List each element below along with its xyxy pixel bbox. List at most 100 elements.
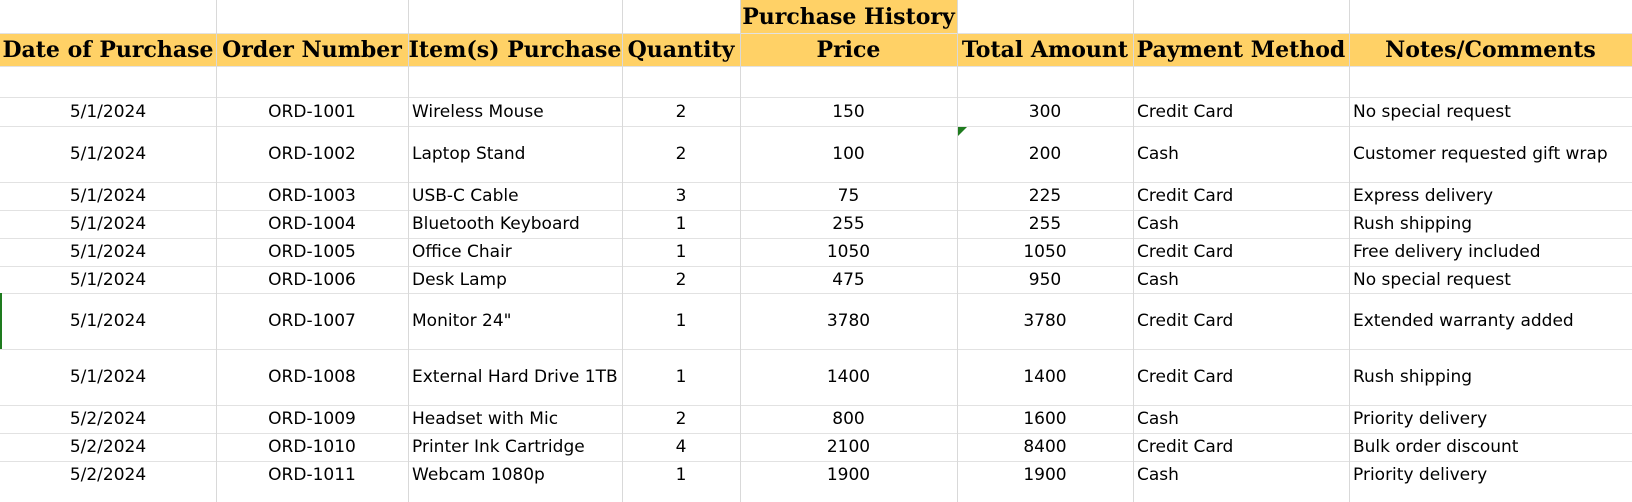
table-cell[interactable]: No special request <box>1349 97 1632 126</box>
table-cell[interactable]: ORD-1009 <box>216 405 408 433</box>
table-cell[interactable]: 150 <box>740 97 957 126</box>
table-cell[interactable]: 100 <box>740 126 957 182</box>
table-cell[interactable]: 800 <box>740 405 957 433</box>
table-cell[interactable]: Monitor 24" <box>408 293 622 349</box>
table-cell[interactable]: ORD-1011 <box>216 461 408 489</box>
table-cell[interactable]: Bluetooth Keyboard <box>408 210 622 238</box>
table-cell[interactable]: Cash <box>1133 461 1349 489</box>
table-cell[interactable]: Credit Card <box>1133 293 1349 349</box>
table-cell[interactable]: 2 <box>622 405 740 433</box>
table-cell[interactable]: ORD-1001 <box>216 97 408 126</box>
table-cell[interactable]: 475 <box>740 266 957 293</box>
table-cell[interactable]: 1 <box>622 293 740 349</box>
column-header[interactable]: Total Amount <box>957 33 1133 66</box>
table-cell[interactable]: 3 <box>622 182 740 210</box>
table-cell[interactable]: 1400 <box>740 349 957 405</box>
table-cell[interactable]: Wireless Mouse <box>408 97 622 126</box>
table-cell[interactable]: USB-C Cable <box>408 182 622 210</box>
table-cell[interactable]: 2 <box>622 97 740 126</box>
column-header[interactable]: Date of Purchase <box>0 33 216 66</box>
table-cell[interactable]: 950 <box>957 266 1133 293</box>
sheet-title: Purchase History <box>742 3 955 30</box>
table-cell[interactable]: 255 <box>957 210 1133 238</box>
table-cell[interactable]: 1600 <box>957 405 1133 433</box>
table-cell[interactable]: ORD-1008 <box>216 349 408 405</box>
table-cell[interactable]: 2100 <box>740 433 957 461</box>
table-cell[interactable]: External Hard Drive 1TB <box>408 349 622 405</box>
table-cell[interactable]: 1 <box>622 461 740 489</box>
table-cell[interactable]: Priority delivery <box>1349 405 1632 433</box>
column-header[interactable]: Price <box>740 33 957 66</box>
table-cell[interactable]: 5/2/2024 <box>0 461 216 489</box>
column-header[interactable]: Quantity <box>622 33 740 66</box>
table-cell[interactable]: 1900 <box>740 461 957 489</box>
table-cell[interactable]: 1400 <box>957 349 1133 405</box>
table-cell[interactable]: Office Chair <box>408 238 622 266</box>
table-cell[interactable]: 5/1/2024 <box>0 238 216 266</box>
error-indicator-icon[interactable] <box>958 127 967 136</box>
table-cell[interactable]: 3780 <box>740 293 957 349</box>
table-cell[interactable]: Credit Card <box>1133 433 1349 461</box>
table-cell[interactable]: 75 <box>740 182 957 210</box>
table-cell[interactable]: ORD-1010 <box>216 433 408 461</box>
table-cell[interactable]: Rush shipping <box>1349 210 1632 238</box>
table-cell[interactable]: Laptop Stand <box>408 126 622 182</box>
table-cell[interactable]: 5/1/2024 <box>0 349 216 405</box>
table-cell[interactable]: 5/1/2024 <box>0 210 216 238</box>
table-cell[interactable]: 5/1/2024 <box>0 126 216 182</box>
table-cell[interactable]: 5/2/2024 <box>0 433 216 461</box>
table-cell[interactable]: Headset with Mic <box>408 405 622 433</box>
column-header[interactable]: Order Number <box>216 33 408 66</box>
table-cell[interactable]: ORD-1003 <box>216 182 408 210</box>
table-cell[interactable]: Extended warranty added <box>1349 293 1632 349</box>
table-cell[interactable]: 1 <box>622 210 740 238</box>
table-cell[interactable]: Credit Card <box>1133 349 1349 405</box>
table-cell[interactable]: 5/1/2024 <box>0 266 216 293</box>
spreadsheet-grid[interactable]: Purchase History Date of Purchase Order Nu… <box>0 0 1632 502</box>
column-header[interactable]: Payment Method <box>1133 33 1349 66</box>
table-cell[interactable]: ORD-1007 <box>216 293 408 349</box>
table-cell[interactable]: Express delivery <box>1349 182 1632 210</box>
table-cell[interactable]: 4 <box>622 433 740 461</box>
table-cell[interactable]: 5/1/2024 <box>0 182 216 210</box>
table-cell[interactable]: ORD-1005 <box>216 238 408 266</box>
table-cell[interactable]: Webcam 1080p <box>408 461 622 489</box>
table-cell[interactable]: ORD-1002 <box>216 126 408 182</box>
table-cell[interactable]: 2 <box>622 126 740 182</box>
table-cell[interactable]: 5/1/2024 <box>0 293 216 349</box>
table-cell[interactable]: Printer Ink Cartridge <box>408 433 622 461</box>
table-cell[interactable]: 5/2/2024 <box>0 405 216 433</box>
table-cell[interactable]: Free delivery included <box>1349 238 1632 266</box>
table-cell[interactable]: 225 <box>957 182 1133 210</box>
table-cell[interactable]: Bulk order discount <box>1349 433 1632 461</box>
table-cell[interactable]: Credit Card <box>1133 182 1349 210</box>
table-cell[interactable]: 3780 <box>957 293 1133 349</box>
table-cell[interactable]: 2 <box>622 266 740 293</box>
table-cell[interactable]: 5/1/2024 <box>0 97 216 126</box>
table-cell[interactable]: 1900 <box>957 461 1133 489</box>
table-cell[interactable]: 1050 <box>740 238 957 266</box>
table-cell[interactable]: 300 <box>957 97 1133 126</box>
column-header[interactable]: Item(s) Purchase <box>408 33 622 66</box>
table-cell[interactable]: Cash <box>1133 126 1349 182</box>
table-cell[interactable]: No special request <box>1349 266 1632 293</box>
table-cell[interactable]: Cash <box>1133 266 1349 293</box>
table-cell[interactable]: ORD-1006 <box>216 266 408 293</box>
table-cell[interactable]: Customer requested gift wrap <box>1349 126 1632 182</box>
table-cell[interactable]: ORD-1004 <box>216 210 408 238</box>
table-cell[interactable]: 1 <box>622 349 740 405</box>
table-cell[interactable]: 255 <box>740 210 957 238</box>
selection-indicator <box>0 293 2 349</box>
table-cell[interactable]: Cash <box>1133 405 1349 433</box>
table-cell[interactable]: Desk Lamp <box>408 266 622 293</box>
table-cell[interactable]: Rush shipping <box>1349 349 1632 405</box>
table-cell[interactable]: Priority delivery <box>1349 461 1632 489</box>
table-cell[interactable]: Cash <box>1133 210 1349 238</box>
column-header[interactable]: Notes/Comments <box>1349 33 1632 66</box>
table-cell[interactable]: Credit Card <box>1133 97 1349 126</box>
table-cell[interactable]: 1 <box>622 238 740 266</box>
table-cell[interactable]: Credit Card <box>1133 238 1349 266</box>
table-cell[interactable]: 200 <box>957 126 1133 182</box>
table-cell[interactable]: 1050 <box>957 238 1133 266</box>
table-cell[interactable]: 8400 <box>957 433 1133 461</box>
